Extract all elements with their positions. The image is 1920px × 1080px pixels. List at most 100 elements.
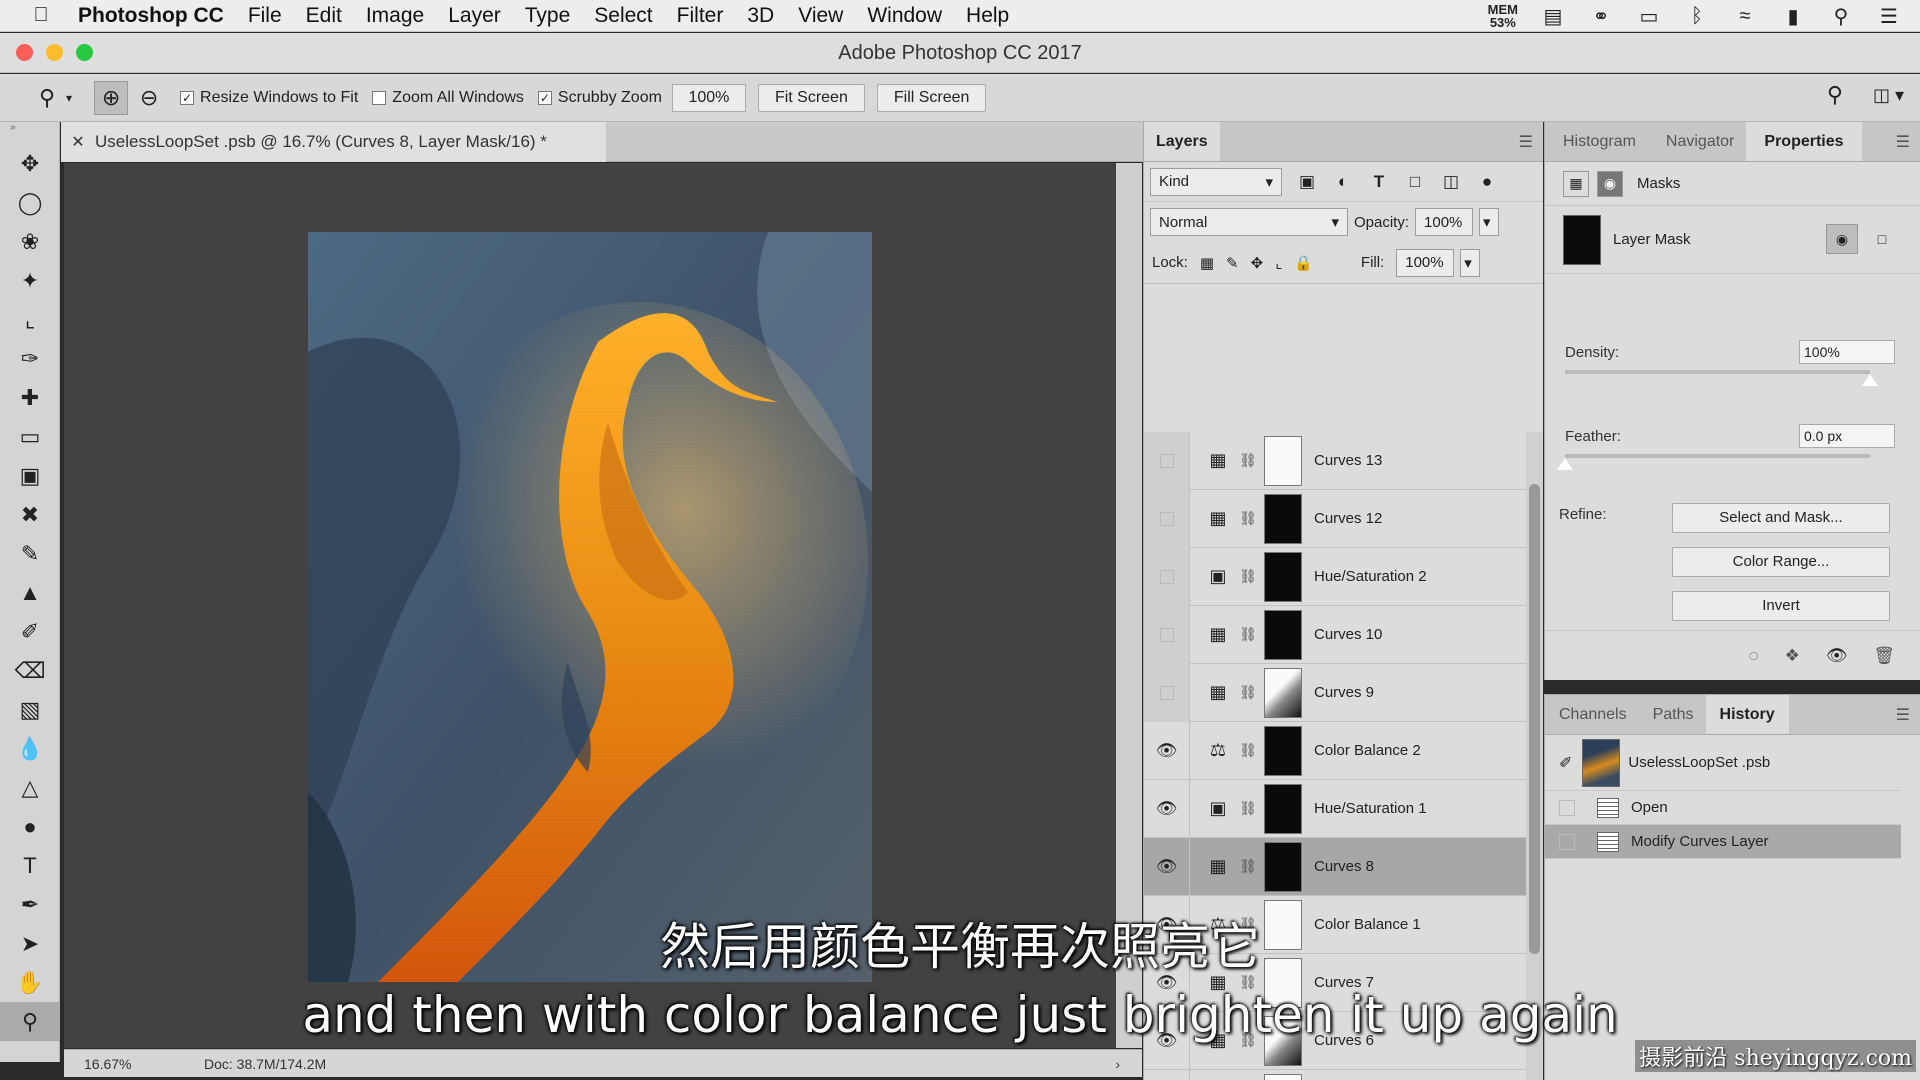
- invert-button[interactable]: Invert: [1672, 591, 1890, 621]
- history-snapshot[interactable]: ✐ UselessLoopSet .psb: [1545, 735, 1901, 791]
- layer-row[interactable]: 👁▽⛓Vibrance 1: [1144, 1069, 1526, 1080]
- mask-link-icon[interactable]: ⛓: [1238, 626, 1258, 643]
- pixel-mask-icon[interactable]: ◉: [1826, 224, 1858, 254]
- blend-mode-select[interactable]: Normal ▾: [1150, 208, 1348, 236]
- fill-screen-button[interactable]: Fill Screen: [876, 83, 987, 112]
- opacity-chevron-down-icon[interactable]: ▾: [1479, 208, 1500, 236]
- load-selection-icon[interactable]: ◌: [1748, 646, 1758, 666]
- mask-link-icon[interactable]: ⛓: [1238, 800, 1258, 817]
- delete-mask-icon[interactable]: 🗑: [1873, 646, 1895, 666]
- lock-transparent-icon[interactable]: ▦: [1200, 254, 1214, 272]
- mask-link-icon[interactable]: ⛓: [1238, 510, 1258, 527]
- curves-adjustment-icon[interactable]: ▦: [1198, 624, 1238, 645]
- gradient-tool-icon[interactable]: ▧: [0, 690, 60, 729]
- zoom-tool-preset-icon[interactable]: ⚲: [30, 81, 64, 115]
- resize-windows-check-icon[interactable]: ✓: [180, 90, 195, 105]
- layers-panel-menu-icon[interactable]: ☰: [1519, 132, 1533, 152]
- visibility-empty-box[interactable]: [1159, 569, 1174, 584]
- zoom-out-icon[interactable]: ⊖: [132, 81, 166, 115]
- visibility-empty-box[interactable]: [1159, 453, 1174, 468]
- layer-mask-thumbnail[interactable]: [1264, 783, 1302, 834]
- density-slider-handle[interactable]: [1862, 374, 1878, 386]
- search-icon[interactable]: ⚲: [1827, 82, 1843, 108]
- history-panel-menu-icon[interactable]: ☰: [1896, 705, 1910, 725]
- tab-navigator[interactable]: Navigator: [1654, 122, 1746, 161]
- marquee-tool-icon[interactable]: ◯: [0, 183, 60, 222]
- tab-properties[interactable]: Properties: [1746, 122, 1862, 161]
- type-tool-icon[interactable]: T: [0, 846, 60, 885]
- hue-adjustment-icon[interactable]: ▣: [1198, 798, 1238, 819]
- mask-link-icon[interactable]: ⛓: [1238, 452, 1258, 469]
- layer-visibility-eye-icon[interactable]: 👁: [1144, 721, 1190, 780]
- select-and-mask-button[interactable]: Select and Mask...: [1672, 503, 1890, 533]
- magic-wand-tool-icon[interactable]: ✦: [0, 261, 60, 300]
- sharpen-tool-icon[interactable]: △: [0, 768, 60, 807]
- layer-name[interactable]: Hue/Saturation 1: [1314, 800, 1427, 817]
- density-field[interactable]: 100%: [1799, 340, 1895, 364]
- mask-link-icon[interactable]: ⛓: [1238, 568, 1258, 585]
- curves-adjustment-icon[interactable]: ▦: [1198, 508, 1238, 529]
- layer-mask-thumbnail[interactable]: [1264, 1073, 1302, 1080]
- battery-icon[interactable]: ▮: [1780, 6, 1806, 28]
- filter-kind-select[interactable]: Kind ▾: [1150, 167, 1282, 196]
- layer-row[interactable]: ▦ ⛓ Curves 10: [1144, 605, 1526, 664]
- visibility-empty-box[interactable]: [1159, 627, 1174, 642]
- menu-edit[interactable]: Edit: [294, 4, 354, 28]
- color-range-button[interactable]: Color Range...: [1672, 547, 1890, 577]
- layer-visibility-eye-icon[interactable]: 👁: [1144, 837, 1190, 896]
- menu-filter[interactable]: Filter: [665, 4, 736, 28]
- balance-adjustment-icon[interactable]: ⚖: [1198, 740, 1238, 761]
- zoom-percent-field[interactable]: 100%: [671, 83, 746, 112]
- history-step-modify-curves[interactable]: Modify Curves Layer: [1545, 825, 1901, 859]
- scrubby-zoom-checkbox[interactable]: ✓ Scrubby Zoom: [537, 89, 662, 107]
- density-slider[interactable]: [1565, 370, 1870, 374]
- tab-histogram[interactable]: Histogram: [1545, 122, 1654, 161]
- layer-visibility-toggle[interactable]: [1144, 432, 1190, 490]
- layer-name[interactable]: Curves 10: [1314, 626, 1382, 643]
- layer-row[interactable]: 👁 ⚖ ⛓ Color Balance 2: [1144, 721, 1526, 780]
- lasso-tool-icon[interactable]: ❀: [0, 222, 60, 261]
- layers-scroll-thumb[interactable]: [1529, 484, 1540, 954]
- wifi-icon[interactable]: ≈: [1732, 5, 1758, 27]
- layer-mask-thumbnail[interactable]: [1264, 667, 1302, 718]
- filter-smart-object-icon[interactable]: ◫: [1440, 172, 1462, 192]
- zoom-all-checkbox[interactable]: Zoom All Windows: [372, 89, 524, 107]
- menu-3d[interactable]: 3D: [735, 4, 786, 28]
- tab-paths[interactable]: Paths: [1641, 695, 1706, 734]
- layer-row[interactable]: ▦ ⛓ Curves 9: [1144, 663, 1526, 722]
- menu-window[interactable]: Window: [855, 4, 954, 28]
- layer-row[interactable]: 👁 ▦ ⛓ Curves 8: [1144, 837, 1526, 896]
- notification-list-icon[interactable]: ☰: [1876, 6, 1902, 28]
- brush-tool-icon[interactable]: ✎: [0, 534, 60, 573]
- fit-screen-button[interactable]: Fit Screen: [757, 83, 865, 112]
- patch-tool-icon[interactable]: ▭: [0, 417, 60, 456]
- lock-paint-icon[interactable]: ✎: [1226, 254, 1239, 272]
- filter-pixel-icon[interactable]: ▣: [1296, 172, 1318, 192]
- layer-mask-thumbnail[interactable]: [1264, 609, 1302, 660]
- layer-mask-thumbnail[interactable]: [1264, 435, 1302, 486]
- content-aware-move-icon[interactable]: ✖: [0, 495, 60, 534]
- tab-channels[interactable]: Channels: [1545, 695, 1641, 734]
- curves-adjustment-icon[interactable]: ▦: [1198, 450, 1238, 471]
- lock-all-icon[interactable]: 🔒: [1294, 254, 1313, 272]
- filter-type-icon[interactable]: T: [1368, 172, 1390, 192]
- eyedropper-tool-icon[interactable]: ✑: [0, 339, 60, 378]
- curves-adjustment-icon[interactable]: ▦: [1198, 856, 1238, 877]
- tab-history[interactable]: History: [1705, 695, 1789, 734]
- mask-link-icon[interactable]: ⛓: [1238, 858, 1258, 875]
- disable-mask-eye-icon[interactable]: 👁: [1826, 646, 1848, 666]
- history-step-source-box[interactable]: [1559, 799, 1575, 816]
- filter-adjustment-icon[interactable]: ◐: [1332, 172, 1354, 192]
- lock-position-icon[interactable]: ✥: [1251, 254, 1264, 272]
- layer-visibility-eye-icon[interactable]: 👁: [1144, 1069, 1190, 1080]
- opacity-field[interactable]: 100%: [1415, 208, 1474, 236]
- move-tool-icon[interactable]: ✥: [0, 144, 60, 183]
- apple-icon[interactable]: : [22, 4, 60, 27]
- hue-adjustment-icon[interactable]: ▣: [1198, 566, 1238, 587]
- menu-type[interactable]: Type: [513, 4, 583, 28]
- feather-slider-handle[interactable]: [1557, 458, 1573, 470]
- layer-visibility-toggle[interactable]: [1144, 489, 1190, 548]
- zoom-level-readout[interactable]: 16.67%: [64, 1056, 174, 1072]
- layer-mask-thumbnail[interactable]: [1264, 725, 1302, 776]
- resize-windows-checkbox[interactable]: ✓ Resize Windows to Fit: [180, 89, 358, 107]
